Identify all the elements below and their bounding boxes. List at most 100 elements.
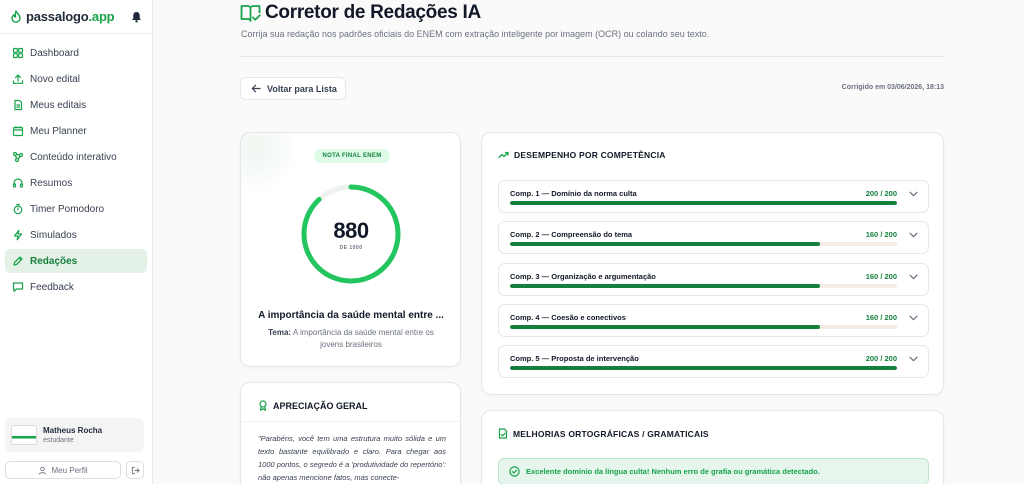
arrow-left-icon: [251, 84, 261, 93]
competency-bar-track: [510, 284, 897, 288]
sidebar-item-label: Simulados: [30, 229, 77, 241]
sidebar-item-redacoes[interactable]: Redações: [5, 249, 147, 273]
timer-icon: [12, 203, 24, 215]
sidebar-item-label: Redações: [30, 255, 78, 267]
sidebar-item-label: Novo edital: [30, 73, 81, 85]
brand-name[interactable]: passalogo.app: [26, 9, 115, 24]
competency-item-4[interactable]: Comp. 4 — Coesão e conectivos 160 / 200: [498, 304, 929, 337]
competency-item-3[interactable]: Comp. 3 — Organização e argumentação 160…: [498, 263, 929, 296]
sidebar-item-timer-pomodoro[interactable]: Timer Pomodoro: [5, 197, 147, 221]
sidebar-item-resumos[interactable]: Resumos: [5, 171, 147, 195]
back-to-list-button[interactable]: Voltar para Lista: [240, 77, 346, 100]
sidebar-item-label: Timer Pomodoro: [30, 203, 105, 215]
no-errors-message: Excelente domínio da língua culta! Nenhu…: [526, 467, 820, 476]
back-label: Voltar para Lista: [267, 83, 337, 94]
appreciation-header: APRECIAÇÃO GERAL: [258, 400, 368, 411]
competency-item-1[interactable]: Comp. 1 — Domínio da norma culta 200 / 2…: [498, 180, 929, 213]
competencies-header: DESEMPENHO POR COMPETÊNCIA: [498, 150, 666, 160]
improvements-title: MELHORIAS ORTOGRÁFICAS / GRAMATICAIS: [513, 428, 709, 439]
final-score-badge: NOTA FINAL ENEM: [314, 149, 390, 163]
award-icon: [258, 400, 268, 411]
theme-label: Tema:: [268, 328, 292, 337]
competency-score: 160 / 200: [865, 313, 897, 322]
sidebar-item-conteudo-interativo[interactable]: Conteúdo interativo: [5, 145, 147, 169]
card-glow: [241, 133, 301, 193]
improvements-card: MELHORIAS ORTOGRÁFICAS / GRAMATICAIS Exc…: [481, 410, 944, 484]
sidebar-item-label: Conteúdo interativo: [30, 151, 117, 163]
essay-theme: Tema: A importância da saúde mental entr…: [261, 327, 441, 351]
brand-text: passalogo: [26, 9, 89, 24]
header-divider: [240, 56, 944, 57]
corrected-timestamp: Corrigido em 03/06/2026, 18:13: [841, 84, 944, 91]
network-icon: [12, 151, 24, 163]
trending-up-icon: [498, 151, 509, 159]
competency-bar-track: [510, 325, 897, 329]
appreciation-title: APRECIAÇÃO GERAL: [273, 400, 368, 411]
logout-icon: [131, 466, 140, 475]
sidebar-item-dashboard[interactable]: Dashboard: [5, 41, 147, 65]
competency-score: 160 / 200: [865, 230, 897, 239]
competency-bar-track: [510, 242, 897, 246]
competency-score: 200 / 200: [865, 354, 897, 363]
chevron-down-icon[interactable]: [909, 315, 918, 321]
sidebar-item-novo-edital[interactable]: Novo edital: [5, 67, 147, 91]
score-value: 880: [333, 218, 369, 243]
headphones-icon: [12, 177, 24, 189]
competency-bar-fill: [510, 284, 820, 288]
score-gauge: 880 DE 1000: [299, 182, 403, 286]
page-subtitle: Corrija sua redação nos padrões oficiais…: [241, 29, 710, 39]
appreciation-divider: [241, 421, 460, 422]
score-max: DE 1000: [339, 245, 363, 251]
user-name: Matheus Rocha: [43, 426, 103, 435]
avatar: [11, 425, 37, 445]
sidebar-item-simulados[interactable]: Simulados: [5, 223, 147, 247]
user-icon: [38, 466, 47, 475]
user-role: estudante: [43, 437, 74, 444]
sidebar-item-meus-editais[interactable]: Meus editais: [5, 93, 147, 117]
competency-label: Comp. 4 — Coesão e conectivos: [510, 313, 626, 322]
sidebar-item-meu-planner[interactable]: Meu Planner: [5, 119, 147, 143]
user-card[interactable]: Matheus Rocha estudante: [5, 418, 144, 452]
profile-button[interactable]: Meu Perfil: [5, 461, 121, 479]
user-info: Matheus Rocha estudante: [43, 426, 102, 444]
competency-label: Comp. 2 — Compreensão do tema: [510, 230, 633, 239]
chevron-down-icon[interactable]: [909, 191, 918, 197]
chevron-down-icon[interactable]: [909, 356, 918, 362]
competency-label: Comp. 5 — Proposta de intervenção: [510, 354, 639, 363]
sidebar-nav: Dashboard Novo edital Meus editais Meu P…: [0, 34, 152, 308]
competency-bar-track: [510, 366, 897, 370]
page-title: Corretor de Redações IA: [265, 2, 481, 23]
no-errors-alert: Excelente domínio da língua culta! Nenhu…: [498, 458, 929, 484]
lightning-icon: [12, 229, 24, 241]
sidebar-item-label: Resumos: [30, 177, 73, 189]
dashboard-icon: [12, 47, 24, 59]
sidebar-item-label: Meu Planner: [30, 125, 87, 137]
calendar-icon: [12, 125, 24, 137]
chat-icon: [12, 281, 24, 293]
upload-icon: [12, 73, 24, 85]
sidebar-item-label: Meus editais: [30, 99, 87, 111]
sidebar-item-feedback[interactable]: Feedback: [5, 275, 147, 299]
bell-icon[interactable]: [131, 11, 142, 23]
competency-item-2[interactable]: Comp. 2 — Compreensão do tema 160 / 200: [498, 221, 929, 254]
check-circle-icon: [509, 466, 520, 477]
book-check-icon: [240, 4, 261, 23]
competency-label: Comp. 3 — Organização e argumentação: [510, 272, 656, 281]
appreciation-text: "Parabéns, você tem uma estrutura muito …: [258, 434, 446, 482]
document-icon: [12, 99, 24, 111]
improvements-header: MELHORIAS ORTOGRÁFICAS / GRAMATICAIS: [498, 428, 709, 439]
flame-logo-icon: [10, 10, 22, 23]
sidebar: passalogo.app Dashboard Novo edital Meus…: [0, 0, 153, 484]
chevron-down-icon[interactable]: [909, 232, 918, 238]
chevron-down-icon[interactable]: [909, 274, 918, 280]
competency-bar-fill: [510, 201, 897, 205]
sidebar-item-label: Dashboard: [30, 47, 79, 59]
competency-label: Comp. 1 — Domínio da norma culta: [510, 189, 637, 198]
competency-score: 160 / 200: [865, 272, 897, 281]
essay-title: A importância da saúde mental entre ...: [258, 310, 444, 321]
profile-label: Meu Perfil: [51, 465, 88, 475]
competency-bar-fill: [510, 242, 820, 246]
competency-item-5[interactable]: Comp. 5 — Proposta de intervenção 200 / …: [498, 345, 929, 378]
theme-text: A importância da saúde mental entre os j…: [292, 328, 434, 349]
logout-button[interactable]: [126, 461, 144, 479]
